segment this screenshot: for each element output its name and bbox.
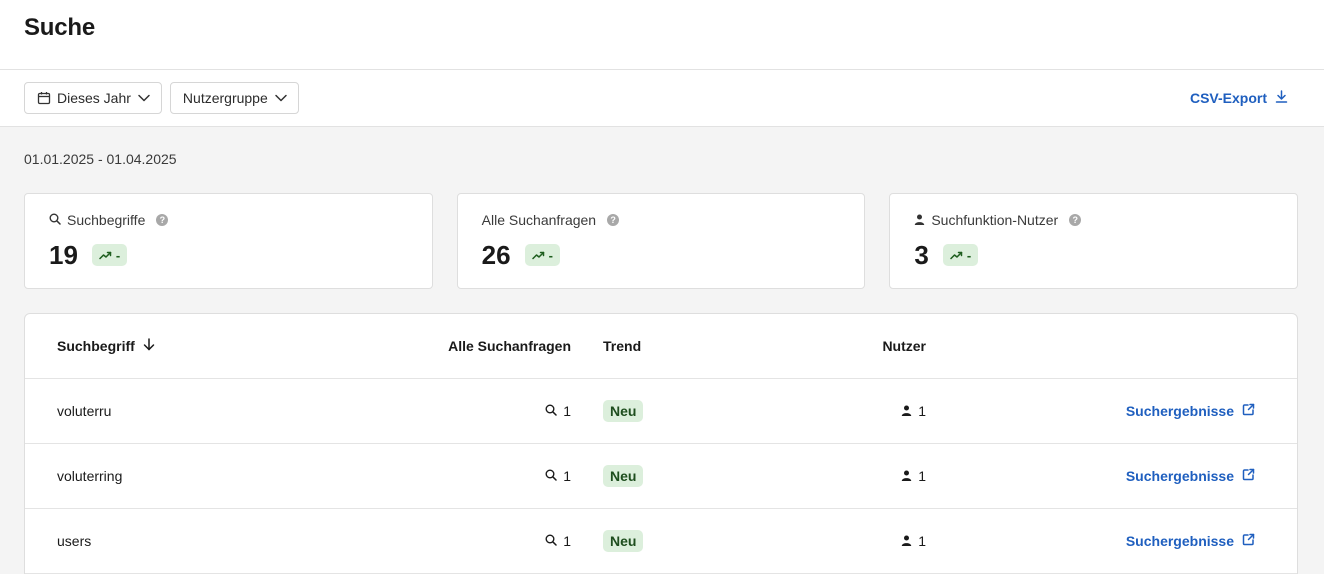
user-group-filter-dropdown[interactable]: Nutzergruppe [169,82,299,114]
table-row: voluterring 1 Neu 1 Suchergebnisse [25,444,1297,509]
trend-up-icon [99,248,112,263]
search-count: 1 [545,468,571,484]
new-badge: Neu [603,465,644,487]
trend-badge: - [524,244,560,266]
kpi-value: 19 [49,240,78,270]
search-terms-table: Suchbegriff Alle Suchanfragen Trend Nutz… [24,313,1298,574]
csv-export-button[interactable]: CSV-Export [1190,90,1288,106]
external-link-icon [1242,468,1255,484]
kpi-cards: Suchbegriffe ? 19 - Alle Suchanfragen ? … [24,193,1299,289]
page-title: Suche [24,14,96,41]
help-icon[interactable]: ? [156,214,169,226]
trend-badge: - [91,244,128,266]
search-term: voluterring [57,468,123,484]
column-header-term[interactable]: Suchbegriff [57,338,155,354]
table-header-row: Suchbegriff Alle Suchanfragen Trend Nutz… [25,314,1297,379]
search-icon [545,533,557,549]
kpi-value: 26 [481,240,511,270]
search-term: voluterru [57,403,112,419]
csv-export-label: CSV-Export [1189,90,1267,106]
page-header: Suche [0,0,1324,70]
column-header-count[interactable]: Alle Suchanfragen [448,338,571,354]
kpi-card-all-searches: Alle Suchanfragen ? 26 - [456,193,866,289]
search-icon [545,468,557,484]
user-icon [914,212,925,228]
kpi-label: Suchfunktion-Nutzer [931,212,1059,228]
user-count: 1 [901,533,926,549]
trend-badge: - [942,244,979,266]
kpi-label: Alle Suchanfragen [481,212,597,228]
kpi-card-search-terms: Suchbegriffe ? 19 - [24,193,433,289]
group-filter-label: Nutzergruppe [182,90,268,106]
user-icon [901,533,912,549]
table-row: voluterru 1 Neu 1 Suchergebnisse [25,379,1297,444]
download-icon [1275,90,1288,106]
chevron-down-icon [274,91,288,105]
toolbar: Dieses Jahr Nutzergruppe CSV-Export [0,70,1324,127]
trend-up-icon [950,248,963,263]
search-term: users [57,533,92,549]
help-icon[interactable]: ? [607,214,620,226]
search-results-link[interactable]: Suchergebnisse [1126,533,1255,549]
search-count: 1 [545,533,571,549]
trend-cell: Neu [603,530,644,552]
external-link-icon [1242,533,1255,549]
search-results-link[interactable]: Suchergebnisse [1126,468,1255,484]
search-icon [545,403,557,419]
trend-cell: Neu [603,465,644,487]
column-header-trend[interactable]: Trend [603,338,641,354]
date-filter-dropdown[interactable]: Dieses Jahr [24,82,162,114]
external-link-icon [1242,403,1255,419]
trend-value: - [548,247,553,263]
user-count: 1 [901,403,926,419]
new-badge: Neu [603,400,644,422]
kpi-label: Suchbegriffe [67,212,146,228]
kpi-value: 3 [914,240,929,270]
table-row: users 1 Neu 1 Suchergebnisse [25,509,1297,574]
trend-value: - [966,247,972,263]
user-count: 1 [901,468,926,484]
date-filter-label: Dieses Jahr [57,90,131,106]
calendar-icon [37,91,51,105]
search-results-link[interactable]: Suchergebnisse [1126,403,1255,419]
search-count: 1 [545,403,571,419]
trend-value: - [115,247,121,263]
new-badge: Neu [603,530,644,552]
trend-cell: Neu [603,400,644,422]
kpi-card-search-users: Suchfunktion-Nutzer ? 3 - [889,193,1299,289]
user-icon [901,468,912,484]
column-header-users[interactable]: Nutzer [882,338,926,354]
user-icon [901,403,912,419]
trend-up-icon [531,248,545,263]
help-icon[interactable]: ? [1069,214,1082,226]
date-range-text: 01.01.2025 - 01.04.2025 [24,151,177,167]
search-icon [49,212,61,228]
chevron-down-icon [137,91,151,105]
arrow-down-icon [143,338,155,354]
